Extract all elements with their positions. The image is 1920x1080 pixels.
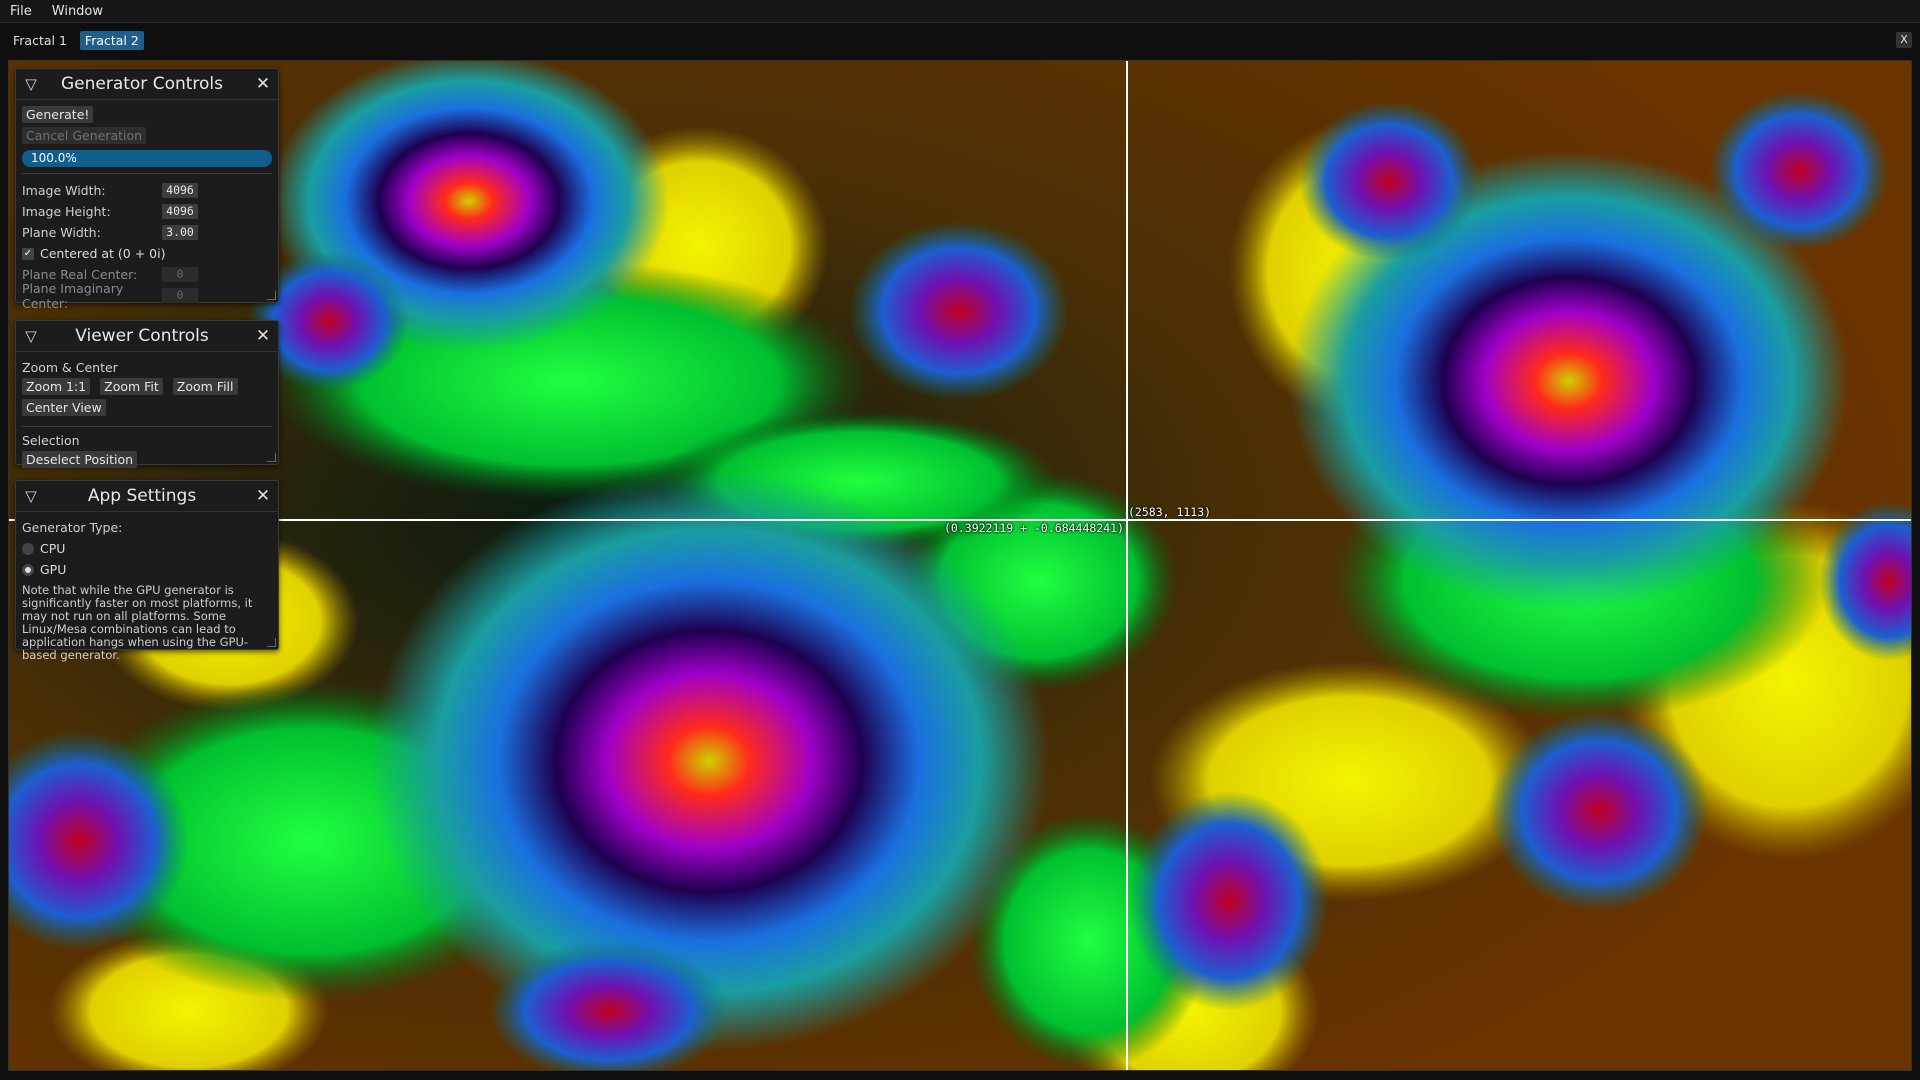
plane-width-input[interactable]: 3.00 — [162, 225, 198, 240]
generator-controls-panel: ▽ Generator Controls ✕ Generate! Cancel … — [15, 68, 279, 311]
deselect-position-button[interactable]: Deselect Position — [22, 451, 138, 468]
tab-fractal-2[interactable]: Fractal 2 — [79, 30, 144, 50]
panel-title: App Settings — [87, 486, 197, 506]
gpu-note-text: Note that while the GPU generator is sig… — [22, 583, 253, 662]
plane-width-label: Plane Width: — [22, 225, 101, 240]
gpu-radio-label: GPU — [40, 562, 67, 577]
pixel-coordinate: (2583, 1113) — [1128, 505, 1212, 519]
plane-imaginary-center-input[interactable]: 0 — [162, 288, 198, 303]
close-icon[interactable]: ✕ — [248, 326, 278, 346]
complex-coordinate: (0.3922119 + -0.684448241) — [944, 521, 1125, 535]
collapse-triangle-icon[interactable]: ▽ — [16, 327, 46, 345]
generation-progress-bar: 100.0% — [22, 150, 272, 167]
zoom-fill-button[interactable]: Zoom Fill — [172, 378, 238, 395]
viewer-controls-panel: ▽ Viewer Controls ✕ Zoom & Center Zoom 1… — [15, 320, 279, 468]
collapse-triangle-icon[interactable]: ▽ — [16, 487, 46, 505]
plane-imaginary-center-label: Plane Imaginary Center: — [22, 280, 124, 311]
plane-real-center-input[interactable]: 0 — [162, 267, 198, 282]
resize-grip[interactable] — [267, 291, 276, 300]
panel-header: ▽ Generator Controls ✕ — [16, 69, 278, 100]
generator-type-label: Generator Type: — [22, 520, 123, 535]
crosshair-vertical — [1126, 61, 1128, 1070]
centered-label: Centered at (0 + 0i) — [40, 246, 166, 261]
close-icon[interactable]: ✕ — [248, 74, 278, 94]
zoom-fit-button[interactable]: Zoom Fit — [100, 378, 163, 395]
zoom-center-heading: Zoom & Center — [22, 360, 118, 375]
panel-title: Generator Controls — [60, 74, 224, 94]
panel-header: ▽ Viewer Controls ✕ — [16, 321, 278, 352]
tab-fractal-1[interactable]: Fractal 1 — [8, 31, 72, 50]
close-tab-button[interactable]: X — [1896, 32, 1912, 48]
cpu-radio-label: CPU — [40, 541, 66, 556]
fractal-image — [9, 61, 1911, 1070]
image-width-input[interactable]: 4096 — [162, 183, 198, 198]
menu-bar: File Window — [0, 0, 1920, 23]
cpu-radio[interactable] — [22, 542, 34, 555]
zoom-1-1-button[interactable]: Zoom 1:1 — [22, 378, 91, 395]
gpu-radio[interactable] — [22, 563, 34, 576]
fractal-viewer[interactable]: (2583, 1113) (0.3922119 + -0.684448241) — [8, 60, 1912, 1071]
divider — [22, 426, 272, 427]
panel-title: Viewer Controls — [75, 326, 209, 346]
image-height-label: Image Height: — [22, 204, 111, 219]
collapse-triangle-icon[interactable]: ▽ — [16, 75, 46, 93]
resize-grip[interactable] — [267, 453, 276, 462]
cancel-generation-button[interactable]: Cancel Generation — [22, 127, 147, 144]
image-width-label: Image Width: — [22, 183, 106, 198]
app-settings-panel: ▽ App Settings ✕ Generator Type: CPU GPU… — [15, 480, 279, 662]
panel-header: ▽ App Settings ✕ — [16, 481, 278, 512]
divider — [22, 173, 272, 174]
close-icon[interactable]: ✕ — [248, 486, 278, 506]
selection-heading: Selection — [22, 433, 80, 448]
center-view-button[interactable]: Center View — [22, 399, 106, 416]
tab-bar: Fractal 1 Fractal 2 X — [0, 27, 1920, 53]
menu-file[interactable]: File — [0, 4, 42, 19]
generate-button[interactable]: Generate! — [22, 106, 94, 123]
centered-checkbox[interactable]: ✓ — [22, 247, 34, 260]
resize-grip[interactable] — [267, 638, 276, 647]
image-height-input[interactable]: 4096 — [162, 204, 198, 219]
menu-window[interactable]: Window — [42, 4, 113, 19]
